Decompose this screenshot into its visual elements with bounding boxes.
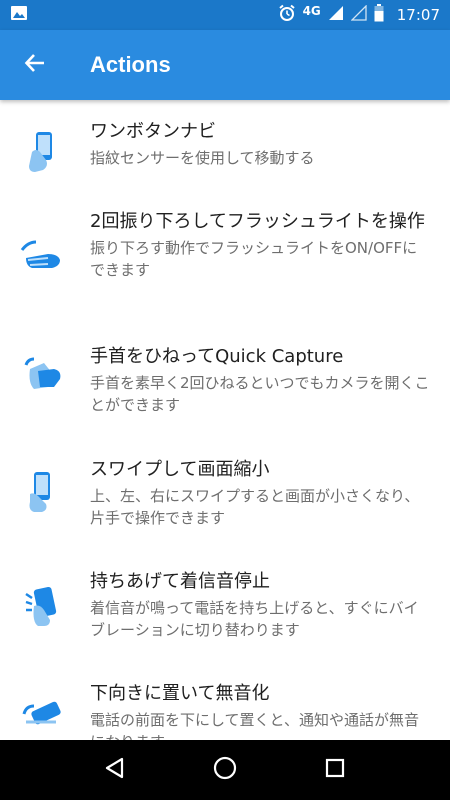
action-text: 手首をひねってQuick Capture 手首を素早く2回ひねるといつでもカメラ… xyxy=(90,345,430,416)
navigation-bar xyxy=(0,740,450,800)
flip-to-mute-icon xyxy=(18,692,68,740)
image-notification-icon xyxy=(10,5,28,25)
status-bar: 4G 17:07 xyxy=(0,0,450,30)
action-text: 持ちあげて着信音停止 着信音が鳴って電話を持ち上げると、すぐにバイブレーションに… xyxy=(90,570,430,641)
nav-back-icon xyxy=(103,756,127,784)
action-title: スワイプして画面縮小 xyxy=(90,459,270,480)
action-description: 着信音が鳴って電話を持ち上げると、すぐにバイブレーションに切り替わります xyxy=(90,599,419,639)
one-button-nav-icon xyxy=(18,126,68,176)
nav-home-button[interactable] xyxy=(205,750,245,790)
action-text: 下向きに置いて無音化 電話の前面を下にして置くと、通知や通話が無音になります xyxy=(90,682,430,740)
clock: 17:07 xyxy=(396,6,440,24)
action-description: 電話の前面を下にして置くと、通知や通話が無音になります xyxy=(90,711,419,740)
back-button[interactable] xyxy=(0,30,70,100)
signal-empty-icon xyxy=(350,4,367,25)
action-title: 持ちあげて着信音停止 xyxy=(90,571,270,592)
actions-list: ワンボタンナビ 指紋センサーを使用して移動する 2回振り下ろしてフラッシュライト… xyxy=(0,100,450,740)
nav-home-icon xyxy=(212,755,238,785)
app-bar: Actions xyxy=(0,30,450,100)
network-type: 4G xyxy=(302,4,321,18)
alarm-icon xyxy=(278,4,296,26)
twist-camera-icon xyxy=(18,349,68,399)
status-left xyxy=(10,5,28,25)
battery-icon xyxy=(374,4,384,26)
nav-recents-icon xyxy=(324,757,346,783)
action-description: 上、左、右にスワイプすると画面が小さくなり、片手で操作できます xyxy=(90,487,420,527)
action-text: 2回振り下ろしてフラッシュライトを操作 振り下ろす動作でフラッシュライトをON/… xyxy=(90,210,430,281)
nav-back-button[interactable] xyxy=(95,750,135,790)
action-text: スワイプして画面縮小 上、左、右にスワイプすると画面が小さくなり、片手で操作でき… xyxy=(90,458,430,529)
action-title: 手首をひねってQuick Capture xyxy=(90,346,344,367)
lift-to-silence-icon xyxy=(18,580,68,630)
action-description: 指紋センサーを使用して移動する xyxy=(90,149,315,167)
action-text: ワンボタンナビ 指紋センサーを使用して移動する xyxy=(90,120,430,169)
action-description: 振り下ろす動作でフラッシュライトをON/OFFにできます xyxy=(90,239,418,279)
nav-recents-button[interactable] xyxy=(315,750,355,790)
action-title: ワンボタンナビ xyxy=(90,121,216,142)
page-title: Actions xyxy=(90,52,171,77)
arrow-back-icon xyxy=(23,51,47,79)
status-right: 4G 17:07 xyxy=(278,4,440,26)
action-title: 2回振り下ろしてフラッシュライトを操作 xyxy=(90,211,425,232)
action-title: 下向きに置いて無音化 xyxy=(90,683,270,704)
signal-icon xyxy=(328,5,344,25)
chop-flashlight-icon xyxy=(18,232,68,282)
action-description: 手首を素早く2回ひねるといつでもカメラを開くことができます xyxy=(90,374,430,414)
swipe-shrink-icon xyxy=(18,466,68,516)
